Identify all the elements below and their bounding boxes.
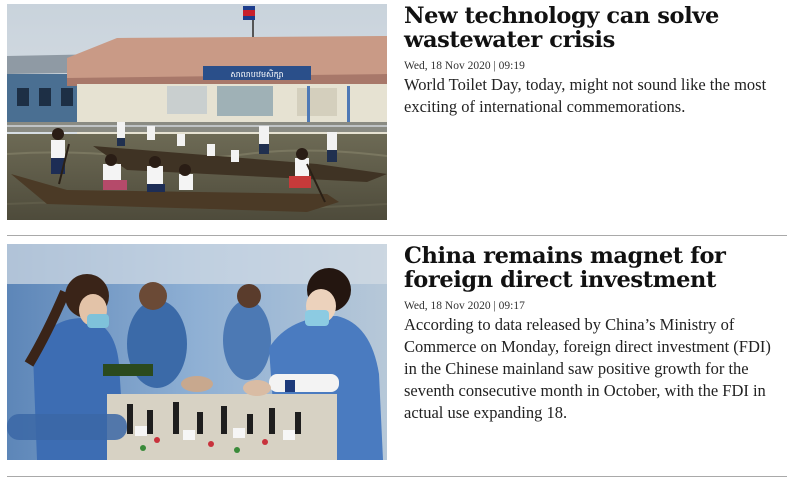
article-timestamp: Wed, 18 Nov 2020 | 09:17 [404,299,786,313]
timestamp-separator: | [493,300,496,312]
article-time: 09:19 [498,60,525,72]
article-thumbnail-factory-workers[interactable] [7,244,387,460]
article-time: 09:17 [498,300,525,312]
article-timestamp: Wed, 18 Nov 2020 | 09:19 [404,59,786,73]
article-divider [7,476,787,477]
article-summary: According to data released by China’s Mi… [404,315,771,422]
article-date: Wed, 18 Nov 2020 [404,60,491,72]
article-headline[interactable]: China remains magnet for foreign direct … [404,244,786,292]
floating-school-photo: សាលាបឋមសិក្សា [7,4,387,220]
article-thumbnail-floating-school[interactable]: សាលាបឋមសិក្សា [7,4,387,220]
article-date: Wed, 18 Nov 2020 [404,300,491,312]
school-sign: សាលាបឋមសិក្សា [230,69,283,79]
article-summary: World Toilet Day, today, might not sound… [404,75,767,116]
article-item: សាលាបឋមសិក្សា New technology can solve w… [7,4,787,225]
article-item: China remains magnet for foreign direct … [7,244,787,465]
article-divider [7,235,787,236]
article-headline[interactable]: New technology can solve wastewater cris… [404,4,786,52]
timestamp-separator: | [493,60,496,72]
factory-workers-photo [7,244,387,460]
